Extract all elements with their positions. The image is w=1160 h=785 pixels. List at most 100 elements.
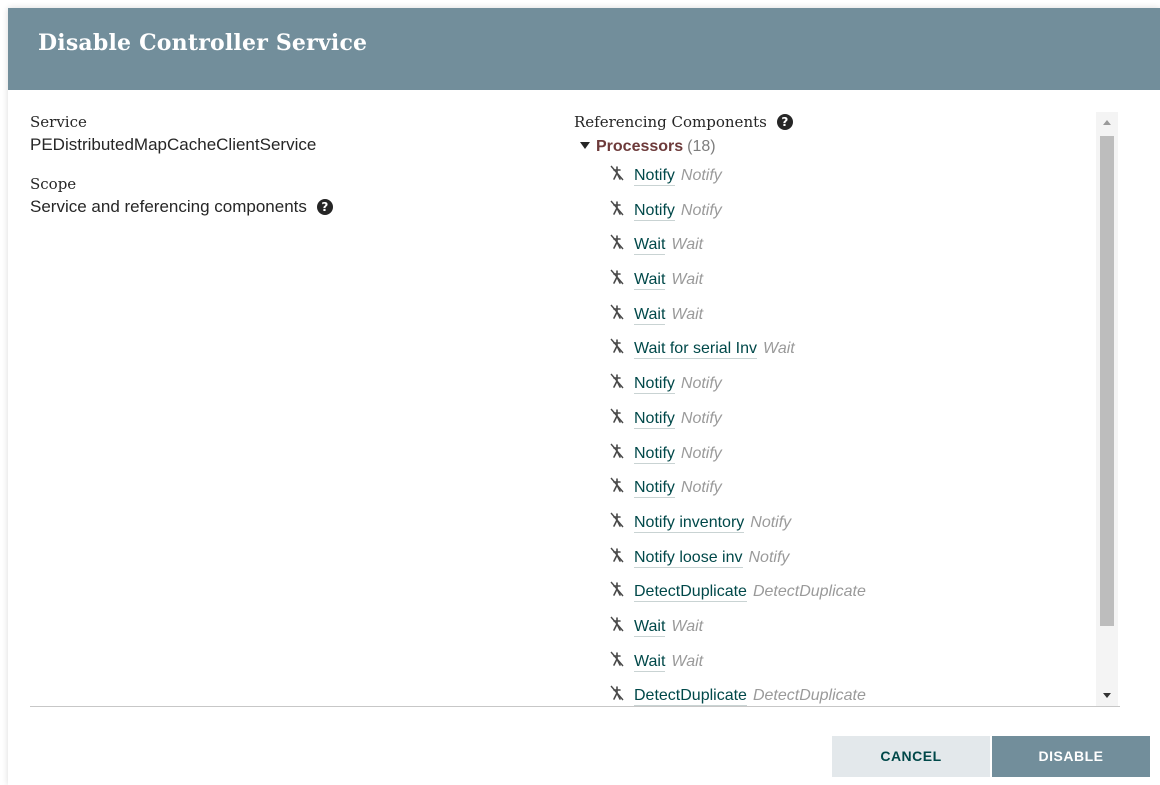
question-circle-icon[interactable]: ? (776, 114, 793, 130)
scope-value-row: Service and referencing components? (30, 196, 550, 218)
processor-type: Wait (671, 617, 704, 635)
scrollbar[interactable] (1096, 112, 1118, 706)
processor-item: Notify inventory Notify (608, 507, 1122, 542)
processor-type: Notify (750, 513, 792, 531)
processor-type: Wait (671, 271, 704, 289)
processor-stopped-icon (608, 197, 628, 229)
processor-name-link[interactable]: Wait (634, 652, 666, 672)
processor-stopped-icon-graphic (610, 304, 624, 320)
referencing-components-header: Referencing Components? (574, 112, 1122, 134)
processor-stopped-icon-graphic (610, 373, 624, 389)
processor-item: DetectDuplicate DetectDuplicate (608, 680, 1122, 706)
processors-group-count: (18) (687, 138, 716, 155)
processor-type: Notify (748, 548, 790, 566)
processor-item: Wait Wait (608, 299, 1122, 334)
processor-name-link[interactable]: DetectDuplicate (634, 687, 747, 706)
scope-value: Service and referencing components (30, 197, 307, 216)
processor-stopped-icon (608, 405, 628, 437)
processor-item: Notify Notify (608, 160, 1122, 195)
processor-stopped-icon-graphic (610, 338, 624, 354)
processor-type: Wait (671, 236, 704, 254)
processor-name-link[interactable]: DetectDuplicate (634, 583, 747, 603)
arrow-up-icon (1103, 120, 1111, 125)
processor-stopped-icon-graphic (610, 443, 624, 458)
processor-stopped-icon (608, 613, 628, 645)
processor-type: Wait (671, 652, 704, 670)
processor-name-link[interactable]: Wait (634, 271, 666, 291)
processor-type: Notify (680, 409, 722, 427)
processor-stopped-icon (608, 544, 628, 576)
processor-name-link[interactable]: Notify (634, 479, 675, 499)
processor-item: Notify Notify (608, 438, 1122, 473)
processor-stopped-icon (608, 266, 628, 298)
processor-stopped-icon (608, 578, 628, 610)
processor-item: Wait Wait (608, 264, 1122, 299)
dialog-title: Disable Controller Service (38, 30, 368, 56)
processor-stopped-icon-graphic (610, 269, 624, 285)
caret-down-icon (580, 142, 590, 149)
processor-name-link[interactable]: Notify (634, 375, 675, 395)
processors-group-toggle[interactable]: Processors (18) (580, 134, 1122, 160)
processor-item: Wait Wait (608, 646, 1122, 681)
cancel-button[interactable]: CANCEL (832, 736, 990, 777)
processor-stopped-icon-graphic (610, 512, 624, 528)
processor-stopped-icon-graphic (610, 200, 624, 216)
processor-name-link[interactable]: Notify (634, 409, 675, 429)
processor-stopped-icon-graphic (610, 165, 624, 181)
processor-stopped-icon-graphic (610, 234, 624, 250)
processor-item: Wait for serial Inv Wait (608, 333, 1122, 368)
disable-button[interactable]: DISABLE (992, 736, 1150, 777)
processor-stopped-icon-graphic (610, 616, 624, 632)
service-value: PEDistributedMapCacheClientService (30, 135, 317, 154)
processor-stopped-icon (608, 509, 628, 541)
processor-stopped-icon (608, 440, 628, 472)
processor-name-link[interactable]: Notify (634, 201, 675, 221)
processor-type: Notify (680, 167, 722, 184)
service-details: Service PEDistributedMapCacheClientServi… (30, 112, 550, 236)
processor-stopped-icon (608, 231, 628, 263)
scroll-down-button[interactable] (1096, 684, 1118, 706)
referencing-components-label: Referencing Components (574, 113, 767, 131)
question-circle-icon[interactable]: ? (316, 199, 333, 215)
processor-stopped-icon-graphic (610, 408, 624, 424)
processor-stopped-icon-graphic (610, 685, 624, 701)
processor-name-link[interactable]: Wait (634, 236, 666, 256)
processor-name-link[interactable]: Wait (634, 305, 666, 325)
processor-stopped-icon (608, 335, 628, 367)
processor-stopped-icon (608, 301, 628, 333)
processor-name-link[interactable]: Notify (634, 444, 675, 464)
processor-stopped-icon (608, 370, 628, 402)
processor-item: Wait Wait (608, 229, 1122, 264)
processor-name-link[interactable]: Notify (634, 167, 675, 186)
processor-type: Notify (680, 479, 722, 497)
service-label: Service (30, 113, 87, 131)
processors-group-name: Processors (596, 138, 684, 155)
processor-stopped-icon (608, 648, 628, 680)
arrow-down-icon (1103, 693, 1111, 698)
processor-item: DetectDuplicate DetectDuplicate (608, 576, 1122, 611)
processor-list: Notify Notify Notify Notify Wait Wait Wait Wait… (574, 160, 1122, 706)
processor-type: DetectDuplicate (752, 583, 866, 601)
processor-stopped-icon-graphic (610, 651, 624, 667)
processor-stopped-icon (608, 682, 628, 706)
processor-item: Notify Notify (608, 403, 1122, 438)
footer-divider (30, 706, 1120, 707)
processor-type: DetectDuplicate (752, 687, 866, 705)
processor-type: Notify (680, 444, 722, 462)
processor-name-link[interactable]: Notify inventory (634, 513, 745, 533)
processor-stopped-icon (608, 162, 628, 194)
processor-item: Wait Wait (608, 611, 1122, 646)
processor-item: Notify Notify (608, 472, 1122, 507)
dialog-header: Disable Controller Service (8, 8, 1160, 90)
processor-item: Notify loose inv Notify (608, 542, 1122, 577)
processor-item: Notify Notify (608, 368, 1122, 403)
processor-type: Wait (671, 305, 704, 323)
scroll-up-button[interactable] (1096, 112, 1118, 134)
processor-name-link[interactable]: Wait (634, 617, 666, 637)
processor-type: Notify (680, 201, 722, 219)
processor-name-link[interactable]: Wait for serial Inv (634, 340, 757, 360)
processor-item: Notify Notify (608, 195, 1122, 230)
processor-name-link[interactable]: Notify loose inv (634, 548, 743, 568)
scroll-thumb[interactable] (1100, 136, 1114, 626)
processor-stopped-icon-graphic (610, 477, 624, 493)
